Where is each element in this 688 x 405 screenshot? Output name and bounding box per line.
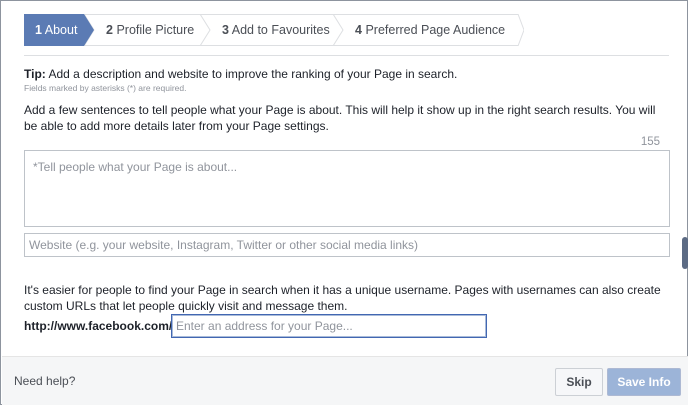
about-description: Add a few sentences to tell people what … xyxy=(24,103,656,133)
need-help-link[interactable]: Need help? xyxy=(14,374,75,388)
step-number: 2 xyxy=(106,23,113,37)
step-number: 4 xyxy=(355,23,362,37)
divider xyxy=(24,55,669,56)
page-address-input[interactable]: Enter an address for your Page... xyxy=(171,314,487,338)
tip-prefix: Tip: xyxy=(24,67,46,81)
about-textarea[interactable]: *Tell people what your Page is about... xyxy=(24,150,670,227)
step-preferred-page-audience[interactable]: 4 Preferred Page Audience xyxy=(355,14,505,46)
step-profile-picture[interactable]: 2 Profile Picture xyxy=(106,14,194,46)
username-description: It's easier for people to find your Page… xyxy=(24,283,661,313)
step-number: 1 xyxy=(35,23,42,37)
step-label: Preferred Page Audience xyxy=(365,23,506,37)
step-about[interactable]: 1 About xyxy=(24,14,94,46)
tip-text: Tip: Add a description and website to im… xyxy=(24,67,457,81)
step-label: Profile Picture xyxy=(116,23,195,37)
step-label: Add to Favourites xyxy=(231,23,330,37)
url-prefix: http://www.facebook.com/ xyxy=(24,319,173,333)
save-info-button[interactable]: Save Info xyxy=(607,368,681,396)
page-setup-dialog: 1 About 2 Profile Picture 3 Add to Favou… xyxy=(0,0,688,405)
dialog-footer: Need help? Skip Save Info xyxy=(2,356,688,405)
required-note: Fields marked by asterisks (*) are requi… xyxy=(24,83,187,93)
tip-body: Add a description and website to improve… xyxy=(45,67,458,81)
scrollbar-thumb[interactable] xyxy=(682,237,688,269)
char-counter: 155 xyxy=(640,136,660,148)
step-number: 3 xyxy=(222,23,229,37)
setup-steps: 1 About 2 Profile Picture 3 Add to Favou… xyxy=(24,14,524,46)
step-add-to-favourites[interactable]: 3 Add to Favourites xyxy=(222,14,330,46)
step-label: About xyxy=(44,23,78,37)
website-input[interactable]: Website (e.g. your website, Instagram, T… xyxy=(24,233,670,257)
skip-button[interactable]: Skip xyxy=(555,368,603,396)
